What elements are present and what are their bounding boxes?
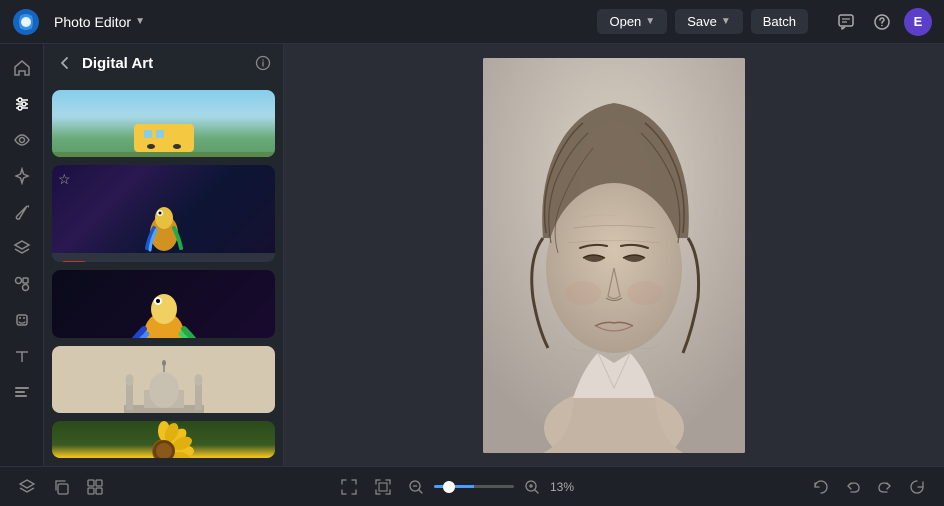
fit-icon bbox=[374, 478, 392, 496]
eye-button[interactable] bbox=[6, 124, 38, 156]
zoom-out-icon bbox=[408, 479, 424, 495]
back-arrow-icon bbox=[56, 54, 74, 72]
zoom-slider[interactable] bbox=[434, 485, 514, 488]
bottom-right-controls bbox=[806, 474, 932, 500]
main-layout: Digital Art bbox=[0, 44, 944, 466]
app-logo bbox=[12, 8, 40, 36]
open-chevron: ▼ bbox=[645, 16, 655, 27]
redo-button[interactable] bbox=[870, 474, 900, 500]
canvas-area bbox=[284, 44, 944, 466]
sparkle-icon bbox=[13, 167, 31, 185]
grid-bottom-button[interactable] bbox=[80, 474, 110, 500]
layers-icon bbox=[13, 239, 31, 257]
objects-icon bbox=[13, 275, 31, 293]
portrait-image bbox=[483, 58, 745, 453]
filter-item-active[interactable]: ☆ Settings ✏ bbox=[52, 165, 275, 262]
home-icon bbox=[13, 59, 31, 77]
grid-bottom-icon bbox=[86, 478, 104, 496]
filter-list: Oil Painting DLX bbox=[44, 82, 283, 466]
save-label: Save bbox=[687, 14, 717, 29]
photo-preview bbox=[483, 58, 745, 453]
zoom-out-button[interactable] bbox=[402, 475, 430, 499]
layers-bottom-icon bbox=[18, 478, 36, 496]
panel-header: Digital Art bbox=[44, 44, 283, 82]
bottombar: 13% bbox=[0, 466, 944, 506]
chat-icon bbox=[837, 13, 855, 31]
filter-item-sunflower[interactable] bbox=[52, 421, 275, 458]
batch-label: Batch bbox=[763, 14, 796, 29]
filter-item-oil-painting[interactable]: Oil Painting DLX bbox=[52, 90, 275, 157]
icon-bar bbox=[0, 44, 44, 466]
sliders-icon bbox=[13, 95, 31, 113]
app-menu-button[interactable]: Photo Editor ▼ bbox=[48, 10, 151, 34]
panel-back-button[interactable] bbox=[56, 54, 74, 72]
home-button[interactable] bbox=[6, 52, 38, 84]
smart-button[interactable] bbox=[6, 304, 38, 336]
more-button[interactable] bbox=[6, 376, 38, 408]
layers-bottom-button[interactable] bbox=[12, 474, 42, 500]
filter-settings-icon bbox=[60, 261, 88, 262]
open-label: Open bbox=[609, 14, 641, 29]
open-button[interactable]: Open ▼ bbox=[597, 9, 667, 34]
left-panel: Digital Art bbox=[44, 44, 284, 466]
info-icon bbox=[255, 55, 271, 71]
fullscreen-button[interactable] bbox=[334, 474, 364, 500]
app-name-label: Photo Editor bbox=[54, 14, 131, 30]
panel-title: Digital Art bbox=[82, 55, 247, 72]
zoom-value-label: 13% bbox=[550, 480, 582, 494]
reset-icon bbox=[908, 478, 926, 496]
redo-icon bbox=[876, 478, 894, 496]
layers-button[interactable] bbox=[6, 232, 38, 264]
brush-button[interactable] bbox=[6, 196, 38, 228]
history-icon bbox=[812, 478, 830, 496]
filter-controls: Settings ✏ bbox=[52, 253, 275, 262]
save-button[interactable]: Save ▼ bbox=[675, 9, 743, 34]
copy-bottom-icon bbox=[52, 478, 70, 496]
ai-icon bbox=[13, 311, 31, 329]
batch-button[interactable]: Batch bbox=[751, 9, 808, 34]
more-icon bbox=[13, 383, 31, 401]
text-button[interactable] bbox=[6, 340, 38, 372]
undo-button[interactable] bbox=[838, 474, 868, 500]
panel-info-button[interactable] bbox=[255, 55, 271, 71]
objects-button[interactable] bbox=[6, 268, 38, 300]
undo-icon bbox=[844, 478, 862, 496]
user-avatar[interactable]: E bbox=[904, 8, 932, 36]
topbar: Photo Editor ▼ Open ▼ Save ▼ Batch E bbox=[0, 0, 944, 44]
zoom-in-icon bbox=[524, 479, 540, 495]
fullscreen-icon bbox=[340, 478, 358, 496]
fit-button[interactable] bbox=[368, 474, 398, 500]
filter-item-ink-wash[interactable]: Ink Wash DLX bbox=[52, 346, 275, 413]
filter-item-impressionist[interactable]: Impressionist DLX bbox=[52, 270, 275, 337]
chat-button[interactable] bbox=[832, 8, 860, 36]
history-button[interactable] bbox=[806, 474, 836, 500]
brush-icon bbox=[13, 203, 31, 221]
copy-bottom-button[interactable] bbox=[46, 474, 76, 500]
eye-icon bbox=[13, 131, 31, 149]
help-icon bbox=[873, 13, 891, 31]
reset-button[interactable] bbox=[902, 474, 932, 500]
help-button[interactable] bbox=[868, 8, 896, 36]
zoom-controls: 13% bbox=[334, 474, 582, 500]
filter-star-button[interactable]: ☆ bbox=[58, 171, 71, 188]
zoom-in-button[interactable] bbox=[518, 475, 546, 499]
app-menu-chevron: ▼ bbox=[135, 16, 145, 27]
adjustments-button[interactable] bbox=[6, 88, 38, 120]
effects-button[interactable] bbox=[6, 160, 38, 192]
save-chevron: ▼ bbox=[721, 16, 731, 27]
text-icon bbox=[13, 347, 31, 365]
